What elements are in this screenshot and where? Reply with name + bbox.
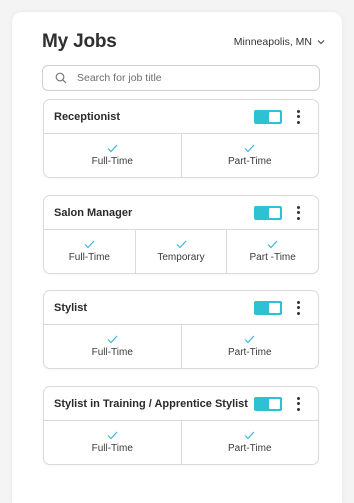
job-card-header: Salon Manager: [44, 196, 318, 230]
page-title: My Jobs: [42, 31, 117, 52]
search-icon: [55, 72, 67, 84]
job-type-option[interactable]: Full-Time: [44, 421, 182, 464]
job-enabled-toggle[interactable]: [254, 396, 282, 411]
job-type-label: Full-Time: [91, 443, 133, 454]
job-type-label: Part-Time: [227, 347, 272, 358]
more-options-icon[interactable]: [296, 300, 300, 315]
check-icon: [107, 431, 118, 440]
check-icon: [244, 144, 255, 153]
job-card: Salon Manager Full-Time Temporary Part -…: [43, 195, 319, 274]
job-card: Stylist in Training / Apprentice Stylist…: [43, 386, 319, 465]
check-icon: [107, 144, 118, 153]
job-enabled-toggle[interactable]: [254, 109, 282, 124]
job-type-option[interactable]: Full-Time: [44, 134, 182, 177]
job-type-option[interactable]: Part -Time: [227, 230, 318, 273]
check-icon: [176, 240, 186, 249]
job-type-label: Temporary: [157, 252, 205, 263]
job-type-option[interactable]: Temporary: [136, 230, 228, 273]
job-type-label: Part-Time: [227, 156, 272, 167]
job-card: Stylist Full-Time Part-Time: [43, 290, 319, 369]
job-enabled-toggle[interactable]: [254, 300, 282, 315]
check-icon: [244, 335, 255, 344]
job-card-header: Stylist in Training / Apprentice Stylist: [44, 387, 318, 421]
job-type-label: Part-Time: [227, 443, 272, 454]
job-card-header: Receptionist: [44, 100, 318, 134]
job-type-label: Full-Time: [68, 252, 110, 263]
chevron-down-icon: [317, 40, 325, 45]
job-type-label: Part -Time: [249, 252, 296, 263]
job-type-label: Full-Time: [91, 347, 133, 358]
job-type-option[interactable]: Part-Time: [182, 134, 319, 177]
job-type-option[interactable]: Full-Time: [44, 325, 182, 368]
search-input[interactable]: [77, 72, 297, 84]
more-options-icon[interactable]: [296, 205, 300, 220]
job-title: Salon Manager: [54, 206, 133, 219]
job-type-row: Full-Time Part-Time: [44, 134, 318, 177]
job-type-option[interactable]: Full-Time: [44, 230, 136, 273]
job-type-row: Full-Time Part-Time: [44, 421, 318, 464]
location-dropdown[interactable]: Minneapolis, MN: [234, 36, 326, 48]
search-bar[interactable]: [42, 65, 320, 91]
header: My Jobs Minneapolis, MN: [42, 28, 326, 56]
job-type-option[interactable]: Part-Time: [182, 325, 319, 368]
job-type-row: Full-Time Part-Time: [44, 325, 318, 368]
job-enabled-toggle[interactable]: [254, 205, 282, 220]
more-options-icon[interactable]: [296, 396, 300, 411]
check-icon: [244, 431, 255, 440]
check-icon: [107, 335, 118, 344]
job-card-header: Stylist: [44, 291, 318, 325]
job-type-row: Full-Time Temporary Part -Time: [44, 230, 318, 273]
check-icon: [84, 240, 95, 249]
location-label: Minneapolis, MN: [233, 36, 312, 48]
check-icon: [267, 240, 278, 249]
job-card: Receptionist Full-Time Part-Time: [43, 99, 319, 178]
job-type-label: Full-Time: [91, 156, 133, 167]
more-options-icon[interactable]: [296, 109, 300, 124]
job-title: Stylist: [54, 301, 88, 314]
job-title: Stylist in Training / Apprentice Stylist: [54, 397, 248, 410]
job-type-option[interactable]: Part-Time: [182, 421, 319, 464]
job-title: Receptionist: [54, 110, 121, 123]
